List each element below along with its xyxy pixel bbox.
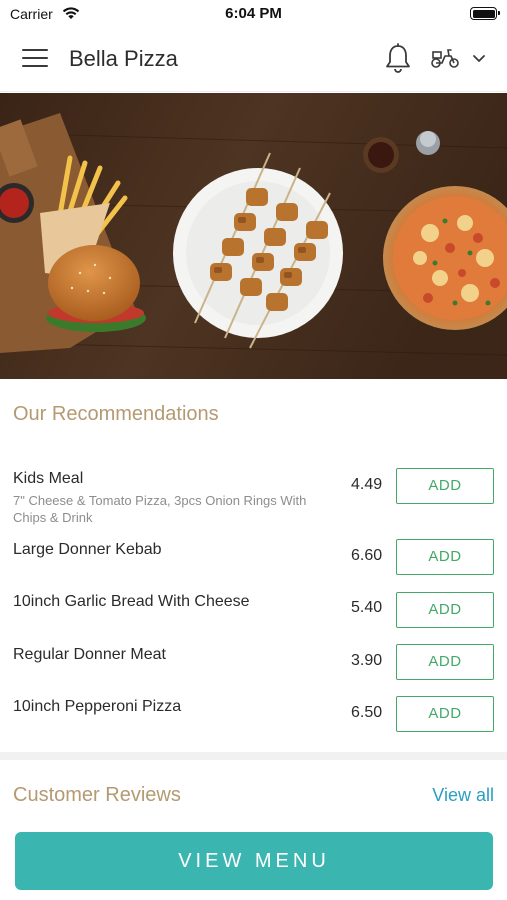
item-price: 4.49 — [351, 476, 383, 493]
view-menu-button[interactable]: VIEW MENU — [15, 832, 493, 890]
section-divider — [0, 752, 507, 760]
status-bar: Carrier 6:04 PM — [0, 0, 507, 28]
menu-icon[interactable] — [22, 49, 48, 69]
add-button[interactable]: ADD — [396, 644, 494, 680]
reviews-title: Customer Reviews — [13, 784, 181, 806]
add-button[interactable]: ADD — [396, 696, 494, 732]
hero-food-image — [0, 93, 507, 379]
app-header: Bella Pizza — [0, 28, 507, 92]
item-description: 7" Cheese & Tomato Pizza, 3pcs Onion Rin… — [13, 493, 307, 525]
add-button[interactable]: ADD — [396, 592, 494, 628]
bell-icon[interactable] — [384, 43, 412, 75]
item-price: 6.50 — [351, 704, 383, 721]
add-button[interactable]: ADD — [396, 539, 494, 575]
app-title: Bella Pizza — [69, 46, 178, 71]
item-price: 6.60 — [351, 547, 383, 564]
clock: 6:04 PM — [225, 5, 282, 22]
item-name: Large Donner Kebab — [13, 541, 162, 558]
item-name: 10inch Garlic Bread With Cheese — [13, 593, 250, 610]
view-all-link[interactable]: View all — [432, 785, 494, 806]
add-button[interactable]: ADD — [396, 468, 494, 504]
item-name: 10inch Pepperoni Pizza — [13, 698, 182, 715]
recommendations-title: Our Recommendations — [13, 403, 219, 425]
item-name: Regular Donner Meat — [13, 646, 166, 663]
item-price: 3.90 — [351, 652, 383, 669]
item-name: Kids Meal — [13, 470, 84, 487]
chevron-down-icon[interactable] — [472, 54, 486, 64]
battery-icon — [470, 7, 500, 20]
delivery-scooter-icon[interactable] — [430, 46, 460, 70]
item-price: 5.40 — [351, 599, 383, 616]
